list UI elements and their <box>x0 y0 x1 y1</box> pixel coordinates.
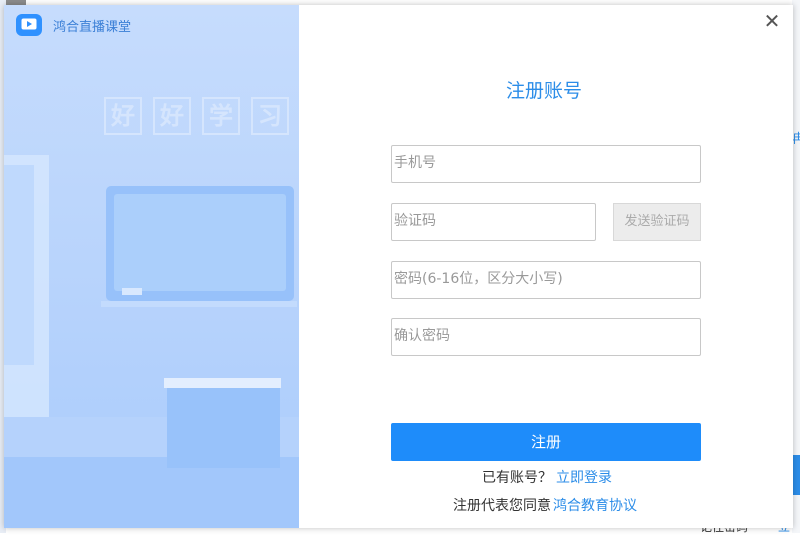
blackboard-illustration <box>106 186 294 301</box>
background-button-fragment[interactable] <box>792 455 800 495</box>
phone-input[interactable]: 手机号 <box>391 145 701 183</box>
form-title: 注册账号 <box>505 80 582 102</box>
app-title: 鸿合直播课堂 <box>53 20 132 35</box>
decor-char-1: 好 <box>104 97 142 135</box>
blackboard-ledge <box>101 301 297 307</box>
background-link-fragment[interactable]: 冉 <box>792 128 800 147</box>
illustration-panel: 鸿合直播课堂 好 好 学 习 <box>4 5 299 528</box>
blackboard-surface <box>114 194 286 291</box>
curtain-shadow-illustration <box>4 165 34 365</box>
confirm-password-input[interactable]: 确认密码 <box>391 318 701 356</box>
verification-code-input[interactable]: 验证码 <box>391 203 596 241</box>
app-logo <box>16 14 42 36</box>
agreement-text: 注册代表您同意 <box>453 498 551 514</box>
have-account-text: 已有账号？ <box>482 470 552 486</box>
decor-char-4: 习 <box>251 97 289 135</box>
desk-illustration <box>167 388 280 468</box>
register-button[interactable]: 注册 <box>391 423 701 461</box>
agreement-link[interactable]: 鸿合教育协议 <box>553 498 637 514</box>
desk-top-illustration <box>164 378 281 388</box>
decor-char-2: 好 <box>153 97 191 135</box>
password-input[interactable]: 密码(6-16位，区分大小写) <box>391 261 701 299</box>
close-button[interactable]: ✕ <box>762 11 782 31</box>
agreement-notice: 注册代表您同意 鸿合教育协议 <box>453 495 637 515</box>
register-dialog: 鸿合直播课堂 好 好 学 习 ✕ 注册账号 手机号 验证码 发送验证码 密码(6… <box>4 5 793 528</box>
send-code-button[interactable]: 发送验证码 <box>613 203 701 241</box>
chalk-illustration <box>122 288 142 295</box>
login-prompt: 已有账号？ 立即登录 <box>482 467 612 487</box>
background-right-strip <box>792 0 800 533</box>
decor-char-3: 学 <box>202 97 240 135</box>
play-icon <box>21 18 37 30</box>
login-link[interactable]: 立即登录 <box>556 470 612 486</box>
